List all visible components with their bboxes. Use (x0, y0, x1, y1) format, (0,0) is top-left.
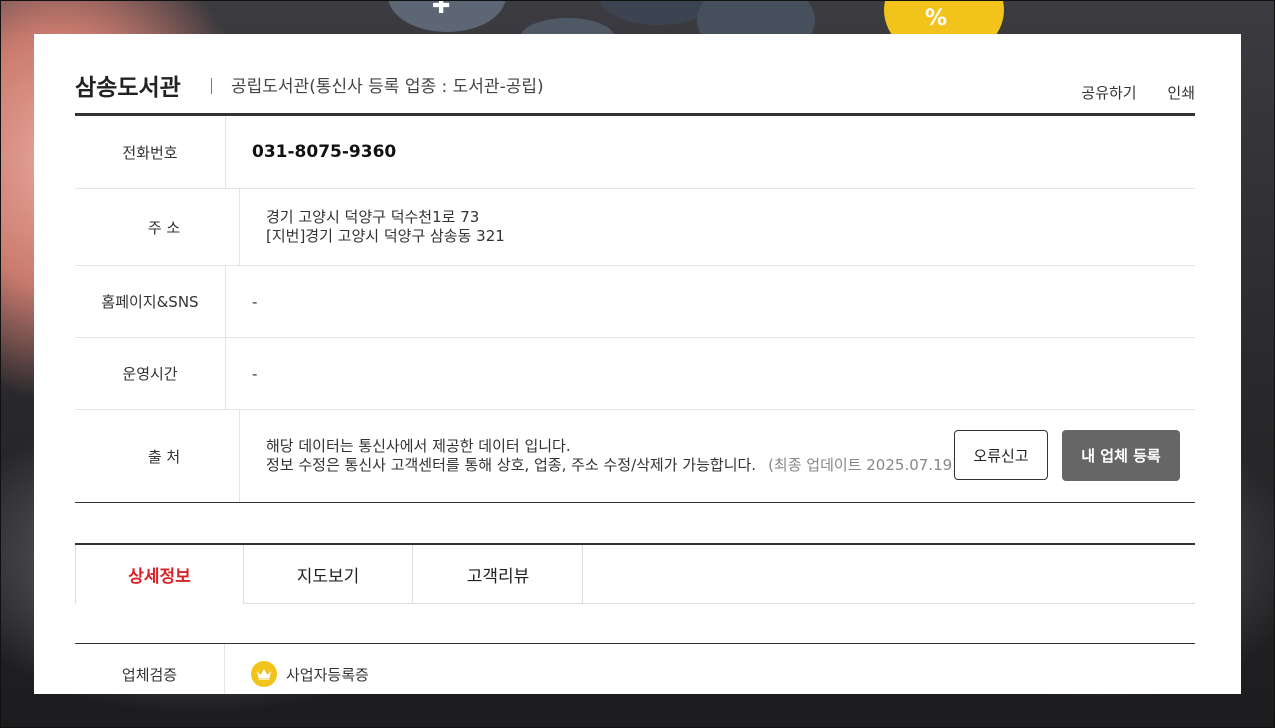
hours-label: 운영시간 (75, 338, 226, 409)
phone-row: 전화번호 031-8075-9360 (75, 116, 1195, 189)
verification-row: 업체검증 사업자등록증 (75, 644, 1195, 694)
crown-icon (251, 661, 277, 687)
phone-value[interactable]: 031-8075-9360 (226, 116, 1195, 188)
print-link[interactable]: 인쇄 (1167, 84, 1195, 102)
title-row: 삼송도서관 공립도서관(통신사 등록 업종 : 도서관-공립) 공유하기 인쇄 (75, 68, 1195, 116)
last-updated: (최종 업데이트 2025.07.19) (768, 456, 959, 474)
business-detail-panel: 삼송도서관 공립도서관(통신사 등록 업종 : 도서관-공립) 공유하기 인쇄 … (34, 34, 1241, 694)
page-subtitle: 공립도서관(통신사 등록 업종 : 도서관-공립) (231, 77, 544, 97)
business-registration-text: 사업자등록증 (286, 665, 369, 684)
tab-map[interactable]: 지도보기 (244, 545, 413, 603)
address-label: 주 소 (75, 189, 240, 265)
source-row: 출 처 해당 데이터는 통신사에서 제공한 데이터 입니다. 정보 수정은 통신… (75, 410, 1195, 503)
homepage-label: 홈페이지&SNS (75, 266, 226, 337)
plus-glyph-decoration: ✚ (432, 0, 451, 19)
homepage-value: - (252, 292, 258, 311)
source-notice: 해당 데이터는 통신사에서 제공한 데이터 입니다. (266, 437, 571, 455)
phone-label: 전화번호 (75, 116, 226, 188)
source-edit-text: 정보 수정은 통신사 고객센터를 통해 상호, 업종, 주소 수정/삭제가 가능… (266, 456, 757, 474)
hours-row: 운영시간 - (75, 338, 1195, 410)
source-edit-notice: 정보 수정은 통신사 고객센터를 통해 상호, 업종, 주소 수정/삭제가 가능… (266, 456, 958, 475)
report-error-button[interactable]: 오류신고 (954, 430, 1048, 480)
address-road: 경기 고양시 덕양구 덕수천1로 73 (266, 208, 480, 226)
title-divider (211, 78, 212, 94)
page-title: 삼송도서관 (75, 75, 181, 101)
source-value: 해당 데이터는 통신사에서 제공한 데이터 입니다. 정보 수정은 통신사 고객… (240, 410, 1195, 502)
address-row: 주 소 경기 고양시 덕양구 덕수천1로 73 [지번]경기 고양시 덕양구 삼… (75, 189, 1195, 266)
tab-detail-info[interactable]: 상세정보 (75, 545, 244, 604)
register-business-button[interactable]: 내 업체 등록 (1062, 430, 1180, 481)
share-link[interactable]: 공유하기 (1081, 84, 1136, 102)
address-value: 경기 고양시 덕양구 덕수천1로 73 [지번]경기 고양시 덕양구 삼송동 3… (240, 189, 1195, 265)
homepage-row: 홈페이지&SNS - (75, 266, 1195, 338)
hours-value: - (252, 364, 258, 383)
detail-tabs: 상세정보 지도보기 고객리뷰 (75, 543, 1195, 604)
info-table: 전화번호 031-8075-9360 주 소 경기 고양시 덕양구 덕수천1로 … (75, 116, 1195, 503)
tab-reviews[interactable]: 고객리뷰 (414, 545, 583, 603)
header-actions: 공유하기 인쇄 (1055, 82, 1195, 103)
address-lot: [지번]경기 고양시 덕양구 삼송동 321 (266, 227, 505, 245)
source-label: 출 처 (75, 410, 240, 502)
verification-label: 업체검증 (75, 644, 225, 694)
verification-value: 사업자등록증 (225, 644, 369, 694)
percent-glyph-decoration: % (925, 6, 948, 31)
